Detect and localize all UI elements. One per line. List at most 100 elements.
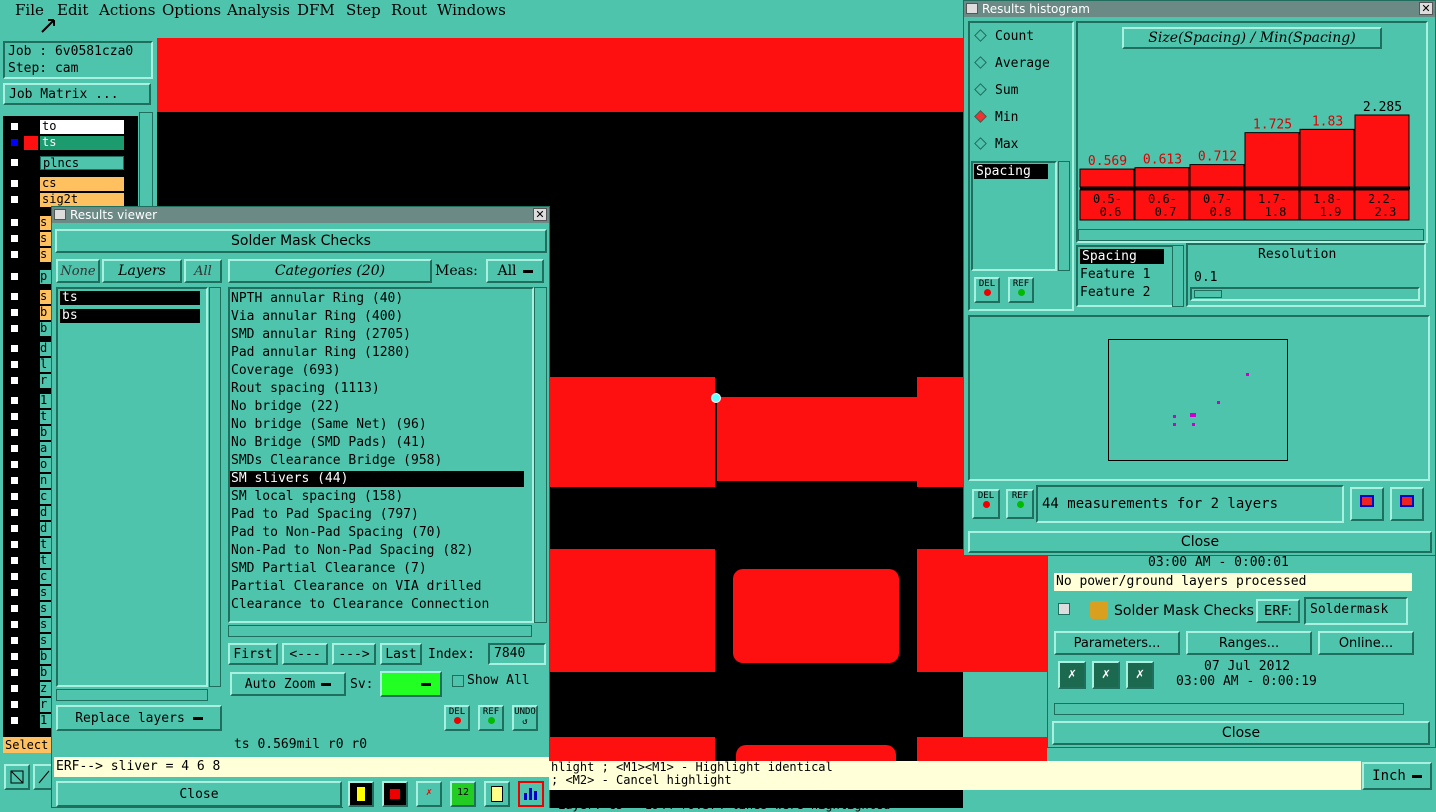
category-item[interactable]: Pad to Pad Spacing (797) <box>230 507 419 523</box>
del-button[interactable]: DEL <box>444 705 470 731</box>
ranges-button[interactable]: Ranges... <box>1186 631 1312 655</box>
categories-button[interactable]: Categories (20) <box>228 259 432 283</box>
toolbar-icon-4[interactable]: 12 <box>450 781 476 807</box>
layer-row-ts[interactable]: ts <box>6 136 126 150</box>
menu-analysis[interactable]: Analysis <box>227 1 290 19</box>
checkbox[interactable] <box>9 157 20 168</box>
category-item[interactable]: Partial Clearance on VIA drilled <box>230 579 481 595</box>
toolbar-icon-2[interactable] <box>382 781 408 807</box>
category-item[interactable]: Non-Pad to Non-Pad Spacing (82) <box>230 543 474 559</box>
category-item[interactable]: SMD annular Ring (2705) <box>230 327 411 343</box>
results-close-button[interactable]: Close <box>56 781 342 807</box>
toolbar-icon-5[interactable] <box>484 781 510 807</box>
menu-step[interactable]: Step <box>346 1 381 19</box>
resolution-slider[interactable] <box>1190 287 1420 301</box>
layers-button[interactable]: Layers <box>102 259 182 283</box>
checkbox[interactable] <box>9 411 20 422</box>
checkbox[interactable] <box>9 491 20 502</box>
histogram-bar[interactable] <box>1079 168 1135 188</box>
window-menu-icon[interactable] <box>966 3 978 14</box>
histogram-bar[interactable] <box>1189 164 1245 188</box>
checkbox[interactable] <box>9 194 20 205</box>
checkbox[interactable] <box>9 475 20 486</box>
category-item[interactable]: NPTH annular Ring (40) <box>230 291 403 307</box>
units-select[interactable]: Inch <box>1362 762 1432 790</box>
layer-row-to[interactable]: to <box>6 120 126 134</box>
radio-max[interactable]: Max <box>974 137 1018 152</box>
checkbox[interactable] <box>9 307 20 318</box>
attr-item-feature2[interactable]: Feature 2 <box>1080 285 1150 300</box>
histogram-bar[interactable] <box>1134 167 1190 188</box>
checkbox[interactable] <box>9 571 20 582</box>
ref-button[interactable]: REF <box>478 705 504 731</box>
toolbar-icon-3[interactable]: ✗ <box>416 781 442 807</box>
checkbox[interactable] <box>9 523 20 534</box>
next-button[interactable]: ---> <box>332 643 376 665</box>
checkbox[interactable] <box>9 507 20 518</box>
checkbox[interactable] <box>9 343 20 354</box>
radio-average[interactable]: Average <box>974 56 1050 71</box>
toolbar-icon-6[interactable] <box>518 781 544 807</box>
category-item[interactable]: SMD Partial Clearance (7) <box>230 561 427 577</box>
results-viewer-titlebar[interactable]: Results viewer ✕ <box>52 207 549 223</box>
layers-scrollbar-h[interactable] <box>56 689 208 701</box>
checkbox[interactable] <box>9 619 20 630</box>
layer-item-ts[interactable]: ts <box>60 291 200 305</box>
layers-none-button[interactable]: None <box>56 259 100 283</box>
run-icon-1[interactable]: ✗ <box>1058 661 1086 689</box>
category-item[interactable]: No bridge (22) <box>230 399 341 415</box>
category-item[interactable]: SM local spacing (158) <box>230 489 403 505</box>
window-menu-icon[interactable] <box>54 209 66 220</box>
category-item[interactable]: No bridge (Same Net) (96) <box>230 417 427 433</box>
close-icon[interactable]: ✕ <box>1419 2 1433 15</box>
last-button[interactable]: Last <box>380 643 422 665</box>
category-item[interactable]: Rout spacing (1113) <box>230 381 380 397</box>
checkbox[interactable] <box>9 249 20 260</box>
menu-edit[interactable]: Edit <box>57 1 88 19</box>
layers-list[interactable] <box>56 287 208 687</box>
toolbar-icon-1[interactable] <box>348 781 374 807</box>
checklist-scrollbar-h[interactable] <box>1054 703 1404 715</box>
layer-row-sig2t[interactable]: sig2t <box>6 193 126 207</box>
menu-windows[interactable]: Windows <box>437 1 506 19</box>
checkbox[interactable] <box>9 587 20 598</box>
checklist-close-button[interactable]: Close <box>1052 721 1430 745</box>
hist-ref-button-1[interactable]: REF <box>1008 277 1034 303</box>
menu-dfm[interactable]: DFM <box>297 1 335 19</box>
menu-options[interactable]: Options <box>162 1 221 19</box>
checkbox[interactable] <box>9 427 20 438</box>
zoom-to-button[interactable] <box>1350 487 1384 521</box>
checkbox[interactable] <box>9 137 20 148</box>
online-button[interactable]: Online... <box>1318 631 1414 655</box>
checkbox[interactable] <box>9 375 20 386</box>
layer-row-plncs[interactable]: plncs <box>6 156 126 170</box>
layer-row-cs[interactable]: cs <box>6 177 126 191</box>
category-item[interactable]: Pad annular Ring (1280) <box>230 345 411 361</box>
hist-ref-button-2[interactable]: REF <box>1006 489 1034 519</box>
histogram-bar[interactable] <box>1354 114 1410 188</box>
categories-scrollbar-h[interactable] <box>228 625 532 637</box>
category-item[interactable]: No Bridge (SMD Pads) (41) <box>230 435 427 451</box>
checkbox[interactable] <box>9 635 20 646</box>
checkbox[interactable] <box>9 443 20 454</box>
menu-actions[interactable]: Actions <box>99 1 155 19</box>
category-item[interactable]: Coverage (693) <box>230 363 341 379</box>
category-item[interactable]: Via annular Ring (400) <box>230 309 403 325</box>
checkbox[interactable] <box>9 233 20 244</box>
checkbox[interactable] <box>9 359 20 370</box>
checkbox[interactable] <box>9 178 20 189</box>
erf-value[interactable]: Soldermask <box>1304 597 1408 625</box>
run-icon-3[interactable]: ✗ <box>1126 661 1154 689</box>
checkbox[interactable] <box>9 217 20 228</box>
first-button[interactable]: First <box>228 643 278 665</box>
checkbox[interactable] <box>9 667 20 678</box>
histogram-close-button[interactable]: Close <box>968 531 1432 553</box>
slider-thumb[interactable] <box>1194 290 1222 298</box>
index-input[interactable]: 7840 <box>488 643 546 665</box>
checkbox[interactable] <box>9 459 20 470</box>
histogram-chart[interactable]: 0.569 0.5-0.6 0.613 0.6-0.7 0.712 0.7-0.8 1.72… <box>1078 91 1418 226</box>
checkbox[interactable] <box>9 651 20 662</box>
parameters-button[interactable]: Parameters... <box>1054 631 1180 655</box>
layers-all-button[interactable]: All <box>184 259 222 283</box>
select-label[interactable]: Select <box>3 737 51 753</box>
